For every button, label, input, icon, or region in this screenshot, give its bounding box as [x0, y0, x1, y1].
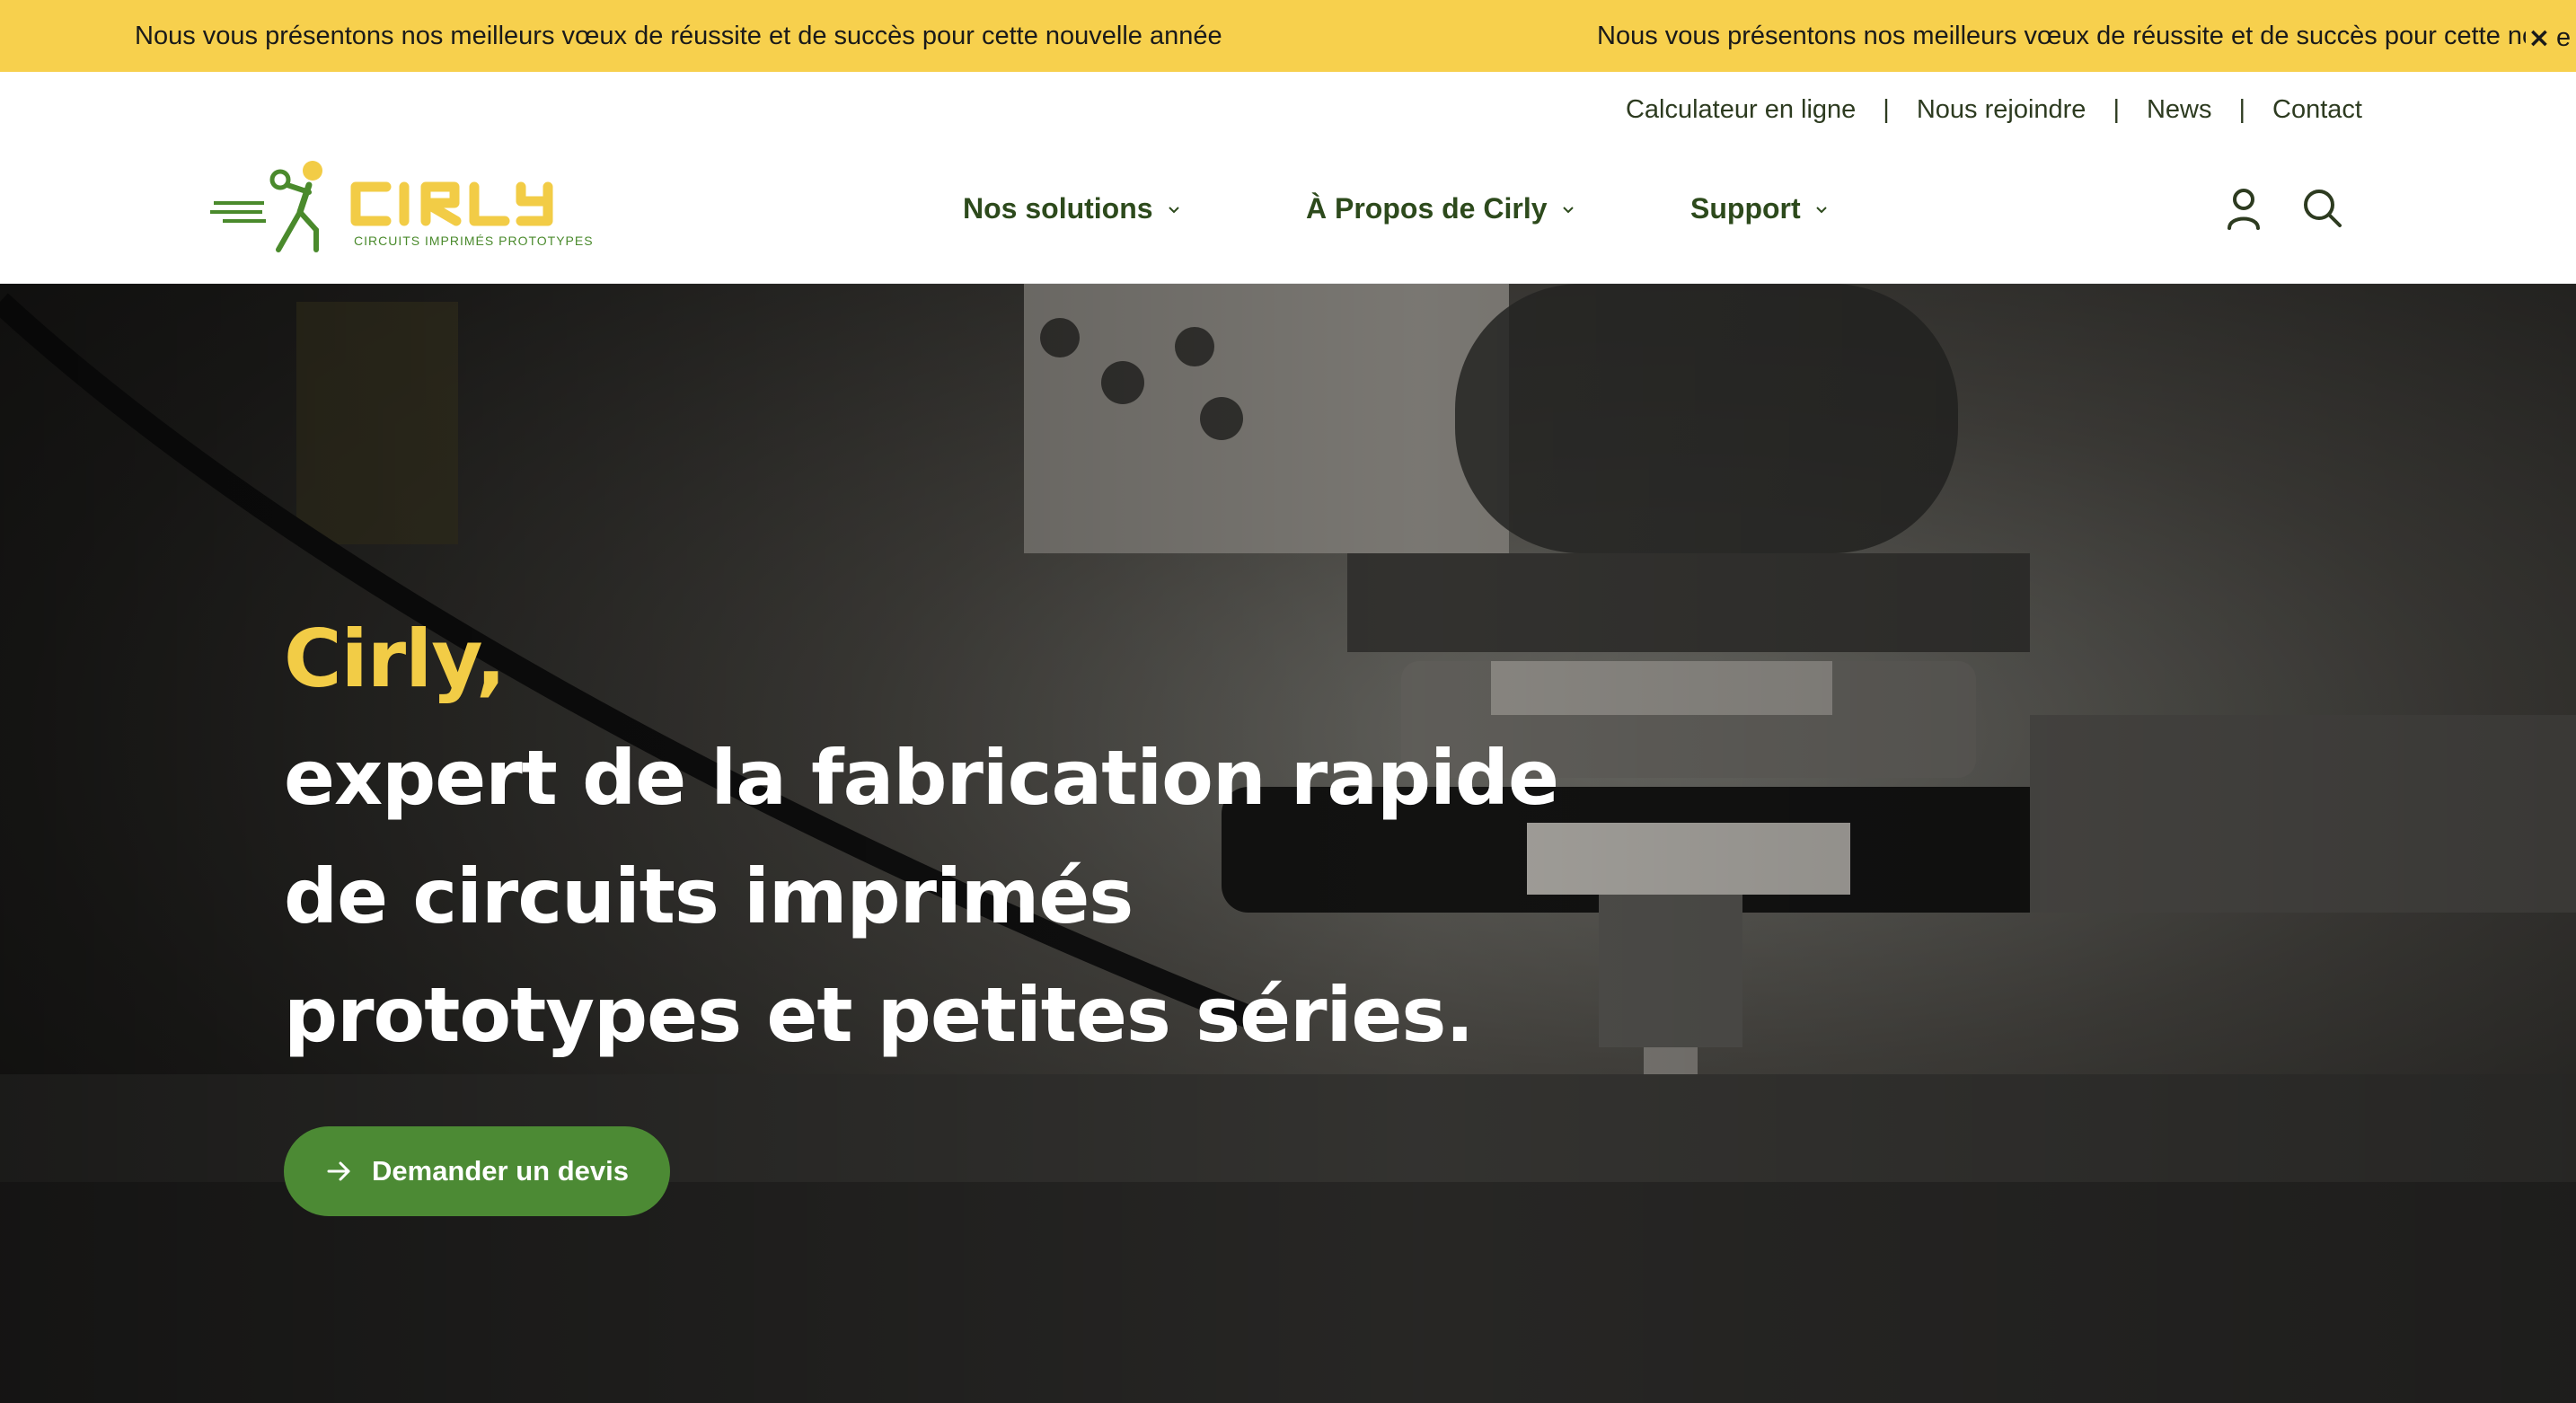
chevron-down-icon	[1562, 206, 1574, 213]
close-icon[interactable]: ×	[2526, 22, 2553, 54]
nav-label: Support	[1690, 192, 1801, 225]
cta-label: Demander un devis	[372, 1155, 629, 1187]
hero-line: prototypes et petites séries.	[284, 971, 1474, 1059]
chevron-down-icon	[1815, 206, 1827, 213]
hero-brand: Cirly,	[284, 613, 506, 705]
request-quote-button[interactable]: Demander un devis	[284, 1126, 670, 1216]
hero-section: Cirly, expert de la fabrication rapide d…	[0, 284, 2576, 1403]
nav-a-propos[interactable]: À Propos de Cirly	[1306, 192, 1576, 225]
announcement-message-repeat: Nous vous présentons nos meilleurs vœux …	[1597, 22, 2552, 50]
hero-line: de circuits imprimés	[284, 852, 1134, 940]
announcement-bar: Nous vous présentons nos meilleurs vœux …	[0, 0, 2576, 72]
hero-heading: Cirly, expert de la fabrication rapide d…	[284, 600, 1559, 1074]
link-calculateur[interactable]: Calculateur en ligne	[1626, 95, 1856, 125]
user-icon[interactable]	[2219, 183, 2269, 234]
hero-line: expert de la fabrication rapide	[284, 734, 1559, 822]
site-header: Calculateur en ligne | Nous rejoindre | …	[0, 72, 2576, 284]
nav-support[interactable]: Support	[1690, 192, 1830, 225]
announcement-close-button[interactable]: × e	[2526, 20, 2576, 56]
announcement-overflow-text: e	[2556, 22, 2572, 52]
arrow-right-icon	[327, 1161, 350, 1181]
link-news[interactable]: News	[2147, 95, 2212, 125]
main-nav: Nos solutions À Propos de Cirly Support	[0, 192, 2576, 246]
search-icon[interactable]	[2298, 183, 2348, 234]
nav-separator: |	[2238, 95, 2246, 124]
nav-label: À Propos de Cirly	[1306, 192, 1548, 225]
link-nous-rejoindre[interactable]: Nous rejoindre	[1917, 95, 2086, 125]
link-contact[interactable]: Contact	[2272, 95, 2362, 125]
nav-separator: |	[1883, 95, 1890, 124]
nav-nos-solutions[interactable]: Nos solutions	[963, 192, 1182, 225]
utility-nav: Calculateur en ligne | Nous rejoindre | …	[1626, 95, 2362, 125]
nav-label: Nos solutions	[963, 192, 1153, 225]
announcement-message: Nous vous présentons nos meilleurs vœux …	[135, 22, 1222, 50]
nav-separator: |	[2113, 95, 2120, 124]
chevron-down-icon	[1168, 206, 1179, 213]
